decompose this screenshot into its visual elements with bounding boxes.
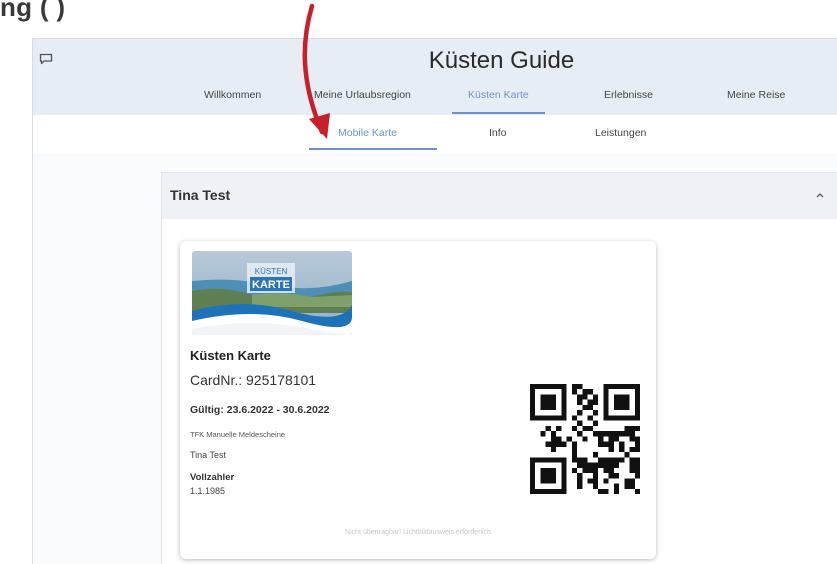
caption-text: ng ( ) xyxy=(0,0,66,22)
sub-nav: Mobile Karte Info Leistungen xyxy=(33,115,837,153)
app-window: Küsten Guide Willkommen Meine Urlaubsreg… xyxy=(32,38,837,564)
subnav-tab-mobile-karte[interactable]: Mobile Karte xyxy=(338,127,397,139)
card-organization: TFK Manuelle Meldescheine xyxy=(190,430,286,439)
nav-tab-meine-reise[interactable]: Meine Reise xyxy=(727,89,785,113)
qr-code xyxy=(530,384,640,494)
subnav-tab-info[interactable]: Info xyxy=(489,127,507,139)
nav-tab-meine-urlaubsregion[interactable]: Meine Urlaubsregion xyxy=(314,89,411,113)
card-birthdate: 1.1.1985 xyxy=(190,486,226,496)
card-number: CardNr.: 925178101 xyxy=(190,372,317,388)
nav-tab-kuesten-karte[interactable]: Küsten Karte xyxy=(452,89,545,114)
main-nav: Willkommen Meine Urlaubsregion Küsten Ka… xyxy=(33,89,837,115)
card-panel: Tina Test KÜSTEN KARTE Küsten Karte Card… xyxy=(161,172,837,564)
app-title: Küsten Guide xyxy=(428,47,575,74)
active-tab-indicator xyxy=(309,148,437,150)
panel-header[interactable]: Tina Test xyxy=(162,173,837,219)
card-logo-line1: KÜSTEN xyxy=(255,267,288,276)
guest-card: KÜSTEN KARTE Küsten Karte CardNr.: 92517… xyxy=(180,241,656,559)
card-logo-line2: KARTE xyxy=(252,279,290,291)
card-logo-image: KÜSTEN KARTE xyxy=(192,251,352,335)
card-name: Küsten Karte xyxy=(190,348,271,363)
nav-tab-willkommen[interactable]: Willkommen xyxy=(204,89,261,113)
card-holder-name: Tina Test xyxy=(190,450,227,460)
card-payer-type: Vollzahler xyxy=(190,472,235,483)
card-notice: Nicht übertragbar! Lichtbildausweis erfo… xyxy=(345,529,491,536)
nav-tab-erlebnisse[interactable]: Erlebnisse xyxy=(604,89,653,113)
card-validity: Gültig: 23.6.2022 - 30.6.2022 xyxy=(190,404,330,416)
subnav-tab-leistungen[interactable]: Leistungen xyxy=(595,127,646,139)
chevron-up-icon[interactable] xyxy=(815,191,825,199)
app-header: Küsten Guide Willkommen Meine Urlaubsreg… xyxy=(33,39,837,116)
panel-title: Tina Test xyxy=(170,187,231,203)
